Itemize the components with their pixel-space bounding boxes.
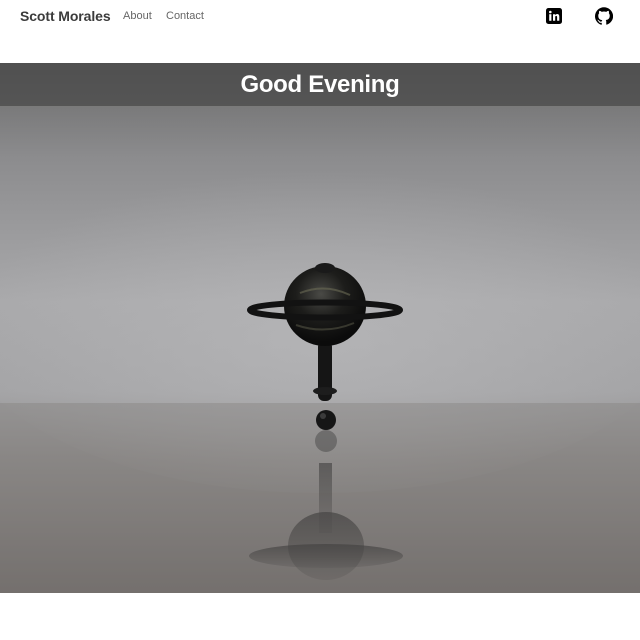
nav-link-about[interactable]: About bbox=[123, 10, 152, 22]
greeting-heading: Good Evening bbox=[240, 71, 400, 98]
linkedin-icon bbox=[546, 8, 562, 24]
github-link[interactable] bbox=[595, 7, 614, 25]
hero-section: Good Evening bbox=[0, 63, 640, 593]
linkedin-link[interactable] bbox=[545, 7, 563, 25]
github-icon bbox=[595, 7, 614, 25]
nav-link-contact[interactable]: Contact bbox=[166, 10, 204, 22]
site-brand-link[interactable]: Scott Morales bbox=[20, 8, 111, 24]
hero-image bbox=[0, 63, 640, 593]
greeting-banner: Good Evening bbox=[0, 63, 640, 106]
top-navbar: Scott Morales About Contact bbox=[0, 0, 640, 34]
